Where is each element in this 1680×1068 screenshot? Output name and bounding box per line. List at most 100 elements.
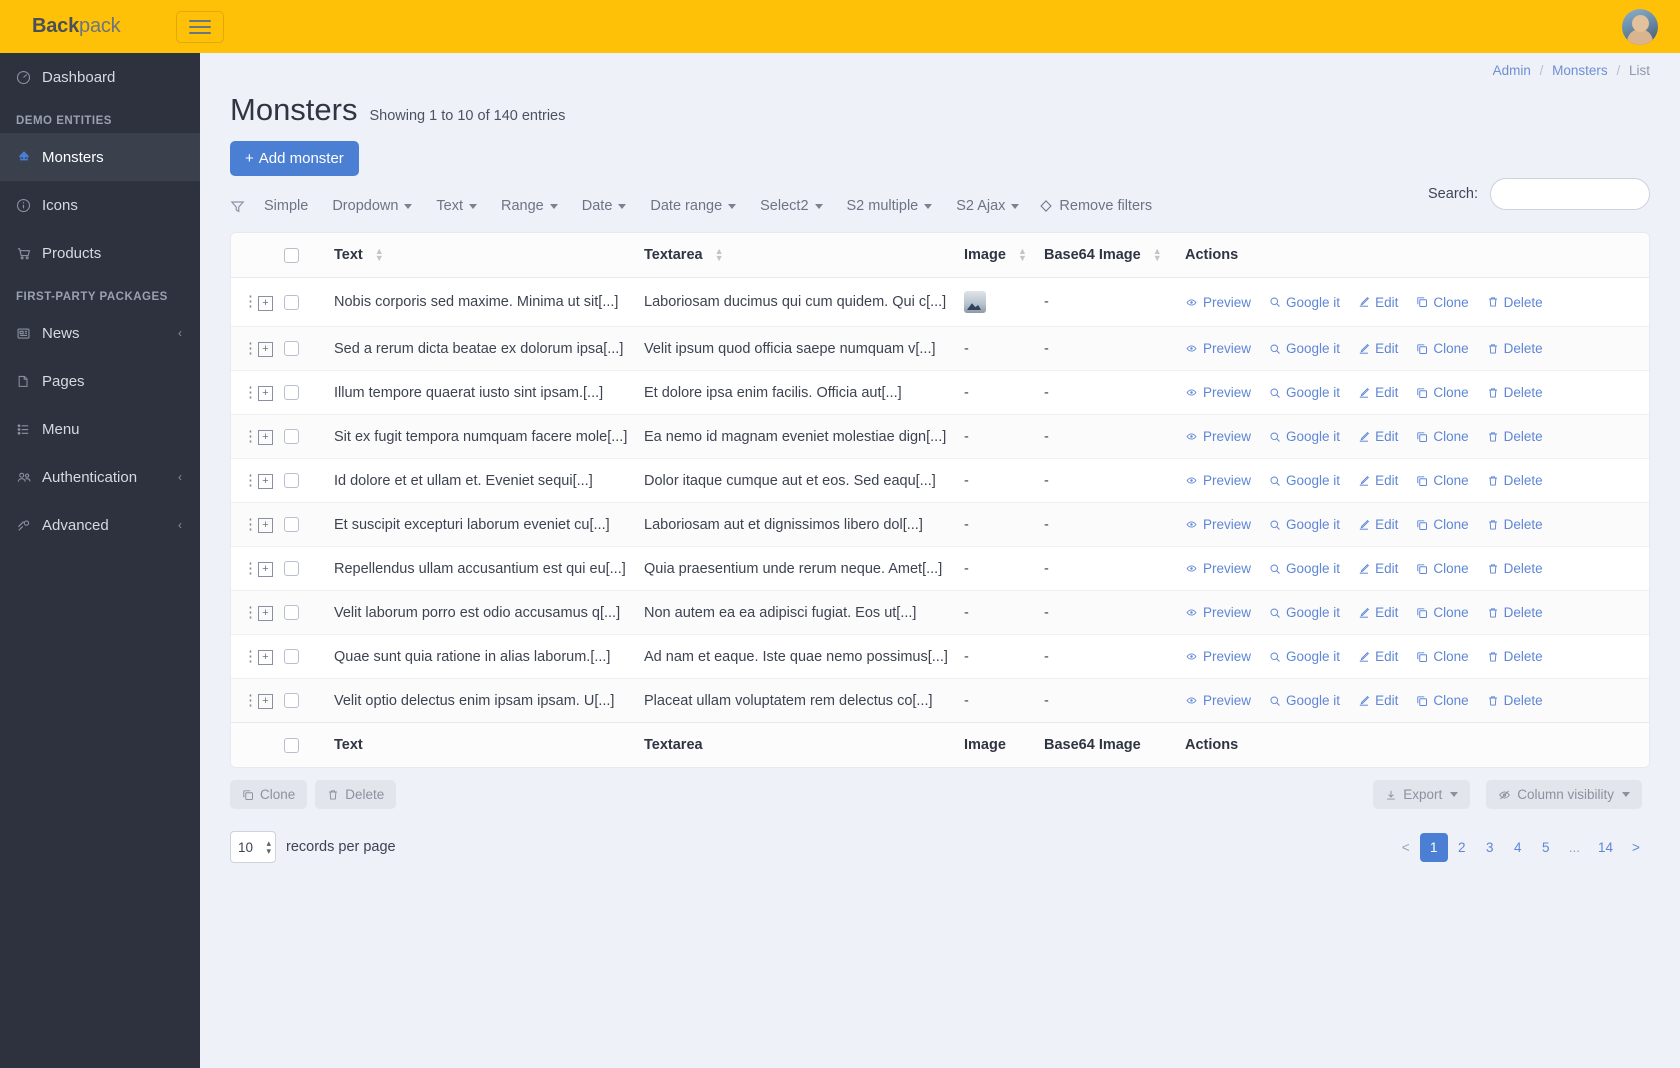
action-google-it-button[interactable]: Google it xyxy=(1269,561,1340,576)
row-drag-handle[interactable]: ⋮ xyxy=(231,326,258,371)
pagination-page-1[interactable]: 1 xyxy=(1419,832,1448,862)
row-checkbox[interactable] xyxy=(284,649,299,665)
pagination-next[interactable]: > xyxy=(1622,833,1650,862)
select-all-checkbox-footer[interactable] xyxy=(284,737,299,753)
action-edit-button[interactable]: Edit xyxy=(1358,295,1398,310)
row-checkbox[interactable] xyxy=(284,385,299,401)
add-monster-button[interactable]: + Add monster xyxy=(230,141,359,176)
action-clone-button[interactable]: Clone xyxy=(1416,341,1469,356)
breadcrumb-admin[interactable]: Admin xyxy=(1493,63,1531,78)
action-delete-button[interactable]: Delete xyxy=(1487,341,1543,356)
action-preview-button[interactable]: Preview xyxy=(1185,473,1251,488)
row-drag-handle[interactable]: ⋮ xyxy=(231,277,258,327)
export-button[interactable]: Export xyxy=(1373,780,1471,809)
sidebar-item-menu[interactable]: Menu xyxy=(0,405,200,453)
pagination-prev[interactable]: < xyxy=(1392,833,1420,862)
action-edit-button[interactable]: Edit xyxy=(1358,605,1398,620)
pagination-page-last[interactable]: 14 xyxy=(1589,833,1622,862)
expand-row-button[interactable]: + xyxy=(258,474,273,489)
action-delete-button[interactable]: Delete xyxy=(1487,605,1543,620)
action-edit-button[interactable]: Edit xyxy=(1358,517,1398,532)
action-clone-button[interactable]: Clone xyxy=(1416,649,1469,664)
action-delete-button[interactable]: Delete xyxy=(1487,517,1543,532)
filter-dropdown[interactable]: Dropdown xyxy=(320,194,424,218)
action-google-it-button[interactable]: Google it xyxy=(1269,429,1340,444)
action-preview-button[interactable]: Preview xyxy=(1185,605,1251,620)
search-input[interactable] xyxy=(1490,178,1650,210)
action-preview-button[interactable]: Preview xyxy=(1185,517,1251,532)
action-clone-button[interactable]: Clone xyxy=(1416,693,1469,708)
action-delete-button[interactable]: Delete xyxy=(1487,561,1543,576)
action-clone-button[interactable]: Clone xyxy=(1416,385,1469,400)
sidebar-item-advanced[interactable]: Advanced ‹ xyxy=(0,501,200,549)
sort-icon[interactable]: ▲ ▼ xyxy=(715,247,724,263)
filter-s2-ajax[interactable]: S2 Ajax xyxy=(944,194,1031,218)
filter-text[interactable]: Text xyxy=(424,194,489,218)
row-drag-handle[interactable]: ⋮ xyxy=(231,414,258,459)
expand-row-button[interactable]: + xyxy=(258,430,273,445)
expand-row-button[interactable]: + xyxy=(258,295,273,311)
row-drag-handle[interactable]: ⋮ xyxy=(231,370,258,415)
th-textarea[interactable]: Textarea ▲ ▼ xyxy=(644,233,964,278)
action-clone-button[interactable]: Clone xyxy=(1416,295,1469,310)
row-drag-handle[interactable]: ⋮ xyxy=(231,678,258,723)
sidebar-item-monsters[interactable]: Monsters xyxy=(0,133,200,181)
action-clone-button[interactable]: Clone xyxy=(1416,517,1469,532)
pagination-page-3[interactable]: 3 xyxy=(1476,833,1504,862)
action-delete-button[interactable]: Delete xyxy=(1487,649,1543,664)
action-preview-button[interactable]: Preview xyxy=(1185,693,1251,708)
action-edit-button[interactable]: Edit xyxy=(1358,693,1398,708)
action-delete-button[interactable]: Delete xyxy=(1487,473,1543,488)
brand-logo[interactable]: Backpack xyxy=(0,15,200,38)
row-checkbox[interactable] xyxy=(284,429,299,445)
th-image[interactable]: Image ▲ ▼ xyxy=(964,233,1044,278)
action-delete-button[interactable]: Delete xyxy=(1487,429,1543,444)
action-preview-button[interactable]: Preview xyxy=(1185,341,1251,356)
avatar[interactable] xyxy=(1622,9,1658,45)
expand-row-button[interactable]: + xyxy=(258,606,273,621)
column-visibility-button[interactable]: Column visibility xyxy=(1486,780,1642,809)
action-clone-button[interactable]: Clone xyxy=(1416,561,1469,576)
expand-row-button[interactable]: + xyxy=(258,562,273,577)
row-checkbox[interactable] xyxy=(284,294,299,310)
expand-row-button[interactable]: + xyxy=(258,650,273,665)
filter-select2[interactable]: Select2 xyxy=(748,194,834,218)
filter-simple[interactable]: Simple xyxy=(252,194,320,218)
row-drag-handle[interactable]: ⋮ xyxy=(231,502,258,547)
sort-icon[interactable]: ▲ ▼ xyxy=(375,247,384,263)
filter-s2-multiple[interactable]: S2 multiple xyxy=(835,194,945,218)
th-base64-image[interactable]: Base64 Image ▲ ▼ xyxy=(1044,233,1179,278)
sidebar-item-products[interactable]: Products xyxy=(0,229,200,277)
action-google-it-button[interactable]: Google it xyxy=(1269,385,1340,400)
action-edit-button[interactable]: Edit xyxy=(1358,561,1398,576)
action-google-it-button[interactable]: Google it xyxy=(1269,341,1340,356)
action-edit-button[interactable]: Edit xyxy=(1358,385,1398,400)
filter-date[interactable]: Date xyxy=(570,194,639,218)
action-google-it-button[interactable]: Google it xyxy=(1269,517,1340,532)
action-delete-button[interactable]: Delete xyxy=(1487,693,1543,708)
row-checkbox[interactable] xyxy=(284,693,299,709)
action-delete-button[interactable]: Delete xyxy=(1487,295,1543,310)
row-checkbox[interactable] xyxy=(284,517,299,533)
action-clone-button[interactable]: Clone xyxy=(1416,605,1469,620)
sidebar-item-pages[interactable]: Pages xyxy=(0,357,200,405)
action-edit-button[interactable]: Edit xyxy=(1358,429,1398,444)
filter-range[interactable]: Range xyxy=(489,194,570,218)
sidebar-item-news[interactable]: News ‹ xyxy=(0,309,200,357)
sidebar-item-dashboard[interactable]: Dashboard xyxy=(0,53,200,101)
pagination-page-2[interactable]: 2 xyxy=(1448,833,1476,862)
action-clone-button[interactable]: Clone xyxy=(1416,429,1469,444)
bulk-delete-button[interactable]: Delete xyxy=(315,780,397,809)
filter-date-range[interactable]: Date range xyxy=(638,194,748,218)
sidebar-item-authentication[interactable]: Authentication ‹ xyxy=(0,453,200,501)
expand-row-button[interactable]: + xyxy=(258,342,273,357)
row-drag-handle[interactable]: ⋮ xyxy=(231,546,258,591)
action-preview-button[interactable]: Preview xyxy=(1185,295,1251,310)
action-edit-button[interactable]: Edit xyxy=(1358,649,1398,664)
row-checkbox[interactable] xyxy=(284,473,299,489)
sidebar-item-icons[interactable]: Icons xyxy=(0,181,200,229)
action-preview-button[interactable]: Preview xyxy=(1185,561,1251,576)
records-per-page-select[interactable]: 10 ▴ ▾ xyxy=(230,831,276,863)
remove-filters-button[interactable]: Remove filters xyxy=(1031,198,1152,214)
action-google-it-button[interactable]: Google it xyxy=(1269,649,1340,664)
